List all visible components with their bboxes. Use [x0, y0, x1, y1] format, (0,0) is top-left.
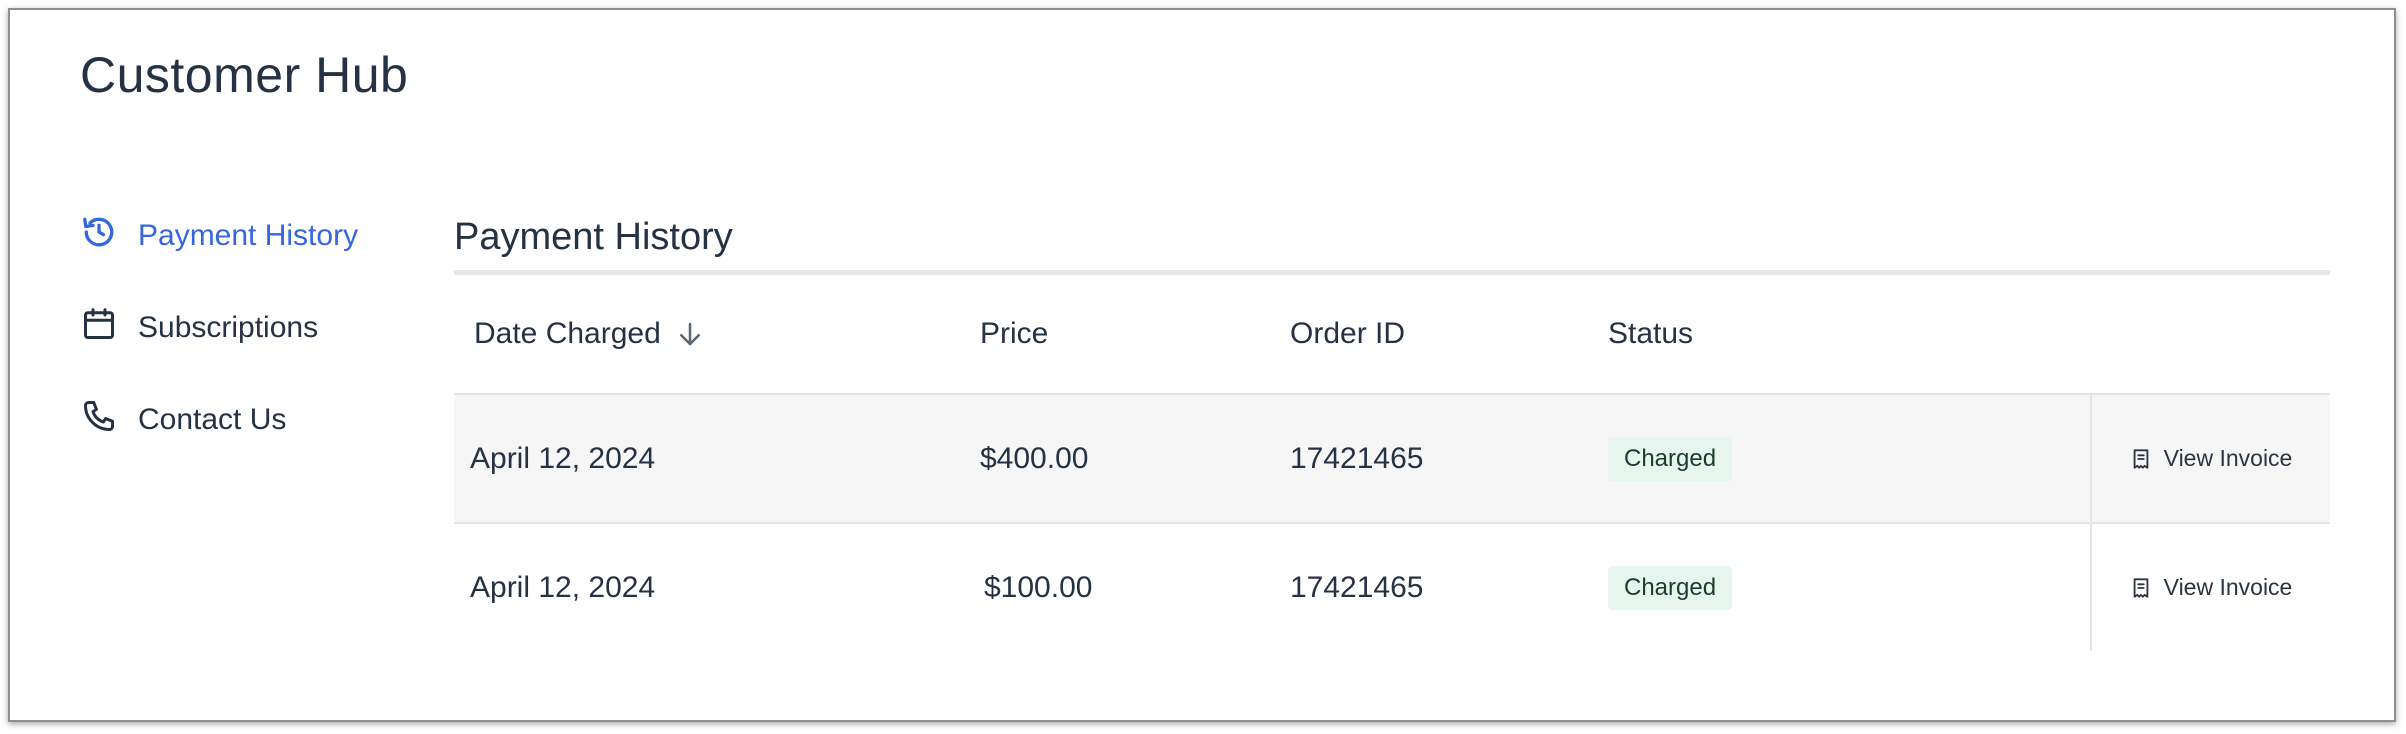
column-header-order-id: Order ID: [1290, 317, 1406, 350]
sidebar-item-subscriptions[interactable]: Subscriptions: [80, 282, 420, 374]
view-invoice-link[interactable]: View Invoice: [2130, 574, 2293, 601]
action-cell: View Invoice: [2090, 524, 2330, 651]
invoice-icon: [2133, 577, 2148, 598]
status-badge: Charged: [1608, 565, 1733, 610]
table-header: Date Charged Price Order ID Status: [454, 275, 2330, 395]
view-invoice-label: View Invoice: [2163, 445, 2293, 471]
column-header-price: Price: [980, 317, 1049, 350]
sidebar-item-label: Subscriptions: [138, 311, 319, 344]
column-header-date[interactable]: Date Charged: [454, 317, 980, 351]
view-invoice-label: View Invoice: [2163, 574, 2293, 600]
view-invoice-link[interactable]: View Invoice: [2130, 445, 2293, 472]
status-cell: Charged: [1608, 436, 2090, 481]
sidebar-item-payment-history[interactable]: Payment History: [80, 190, 420, 282]
sidebar-item-contact-us[interactable]: Contact Us: [80, 374, 420, 466]
app-title: Customer Hub: [80, 47, 409, 103]
action-cell: View Invoice: [2090, 395, 2330, 522]
sidebar-nav: Payment History Subscriptions Contact Us: [80, 190, 420, 466]
sidebar-item-label: Contact Us: [138, 403, 287, 436]
payment-history-section: Payment History Date Charged Price Order…: [454, 210, 2330, 651]
date-cell: April 12, 2024: [470, 570, 656, 604]
app-window: Customer Hub Payment History Subscriptio…: [8, 8, 2396, 722]
price-cell: $400.00: [980, 441, 1089, 475]
payment-table: Date Charged Price Order ID Status April…: [454, 275, 2330, 651]
date-cell: April 12, 2024: [470, 441, 656, 475]
arrow-down-icon[interactable]: [675, 319, 705, 349]
column-header-label: Date Charged: [474, 317, 661, 350]
phone-icon: [80, 397, 118, 435]
status-badge: Charged: [1608, 436, 1733, 481]
status-cell: Charged: [1608, 565, 2090, 610]
calendar-icon: [80, 305, 118, 343]
table-row: April 12, 2024 $400.00 17421465 Charged …: [454, 395, 2330, 524]
order-id-cell: 17421465: [1290, 570, 1424, 604]
history-icon: [80, 213, 118, 251]
column-header-status: Status: [1608, 317, 1694, 350]
section-title: Payment History: [454, 210, 2330, 275]
price-cell: $100.00: [984, 570, 1093, 604]
invoice-icon: [2133, 448, 2148, 469]
table-row: April 12, 2024 $100.00 17421465 Charged …: [454, 524, 2330, 651]
order-id-cell: 17421465: [1290, 441, 1424, 475]
sidebar-item-label: Payment History: [138, 219, 359, 252]
